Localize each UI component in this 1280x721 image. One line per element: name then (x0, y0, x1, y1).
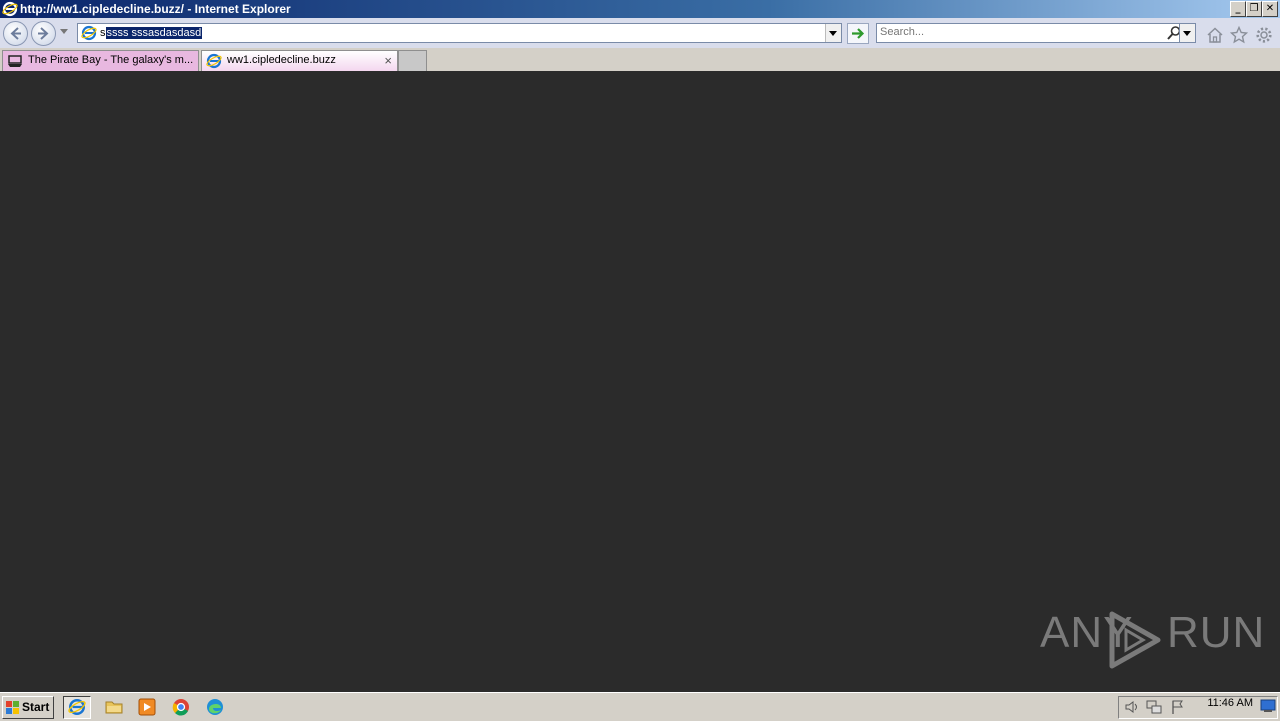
file-explorer-icon[interactable] (104, 697, 124, 717)
start-button[interactable]: Start (2, 696, 54, 719)
taskbar: Start 11:46 AM (0, 692, 1280, 721)
minimize-button[interactable]: _ (1230, 1, 1246, 17)
search-dropdown-button[interactable] (1179, 23, 1196, 43)
search-input[interactable] (880, 25, 1150, 39)
navigation-bar: sssss sssasdasdasd (0, 18, 1280, 48)
close-window-button[interactable]: ✕ (1262, 1, 1278, 17)
address-bar[interactable]: sssss sssasdasdasd (77, 23, 842, 43)
ie-taskbar-icon (68, 699, 86, 715)
play-logo-icon (1109, 611, 1161, 669)
forward-button[interactable] (31, 21, 56, 46)
title-bar: http://ww1.cipledecline.buzz/ - Internet… (0, 0, 1280, 18)
chrome-icon[interactable] (171, 697, 191, 717)
forward-arrow-icon (38, 27, 49, 40)
edge-icon[interactable] (205, 697, 225, 717)
tab-label: The Pirate Bay - The galaxy's m... (28, 54, 194, 66)
page-ie-icon (81, 25, 97, 41)
address-text-selected: ssss sssasdasdasd (105, 27, 203, 39)
windows-flag-icon (6, 701, 19, 714)
pirate-ship-icon (8, 55, 22, 67)
action-center-flag-icon[interactable] (1170, 699, 1186, 715)
back-button[interactable] (3, 21, 28, 46)
show-desktop-icon[interactable] (1260, 699, 1276, 713)
new-tab-button[interactable] (398, 50, 427, 72)
system-tray (1118, 696, 1278, 719)
favorites-star-icon[interactable] (1230, 26, 1248, 44)
go-button[interactable] (847, 23, 869, 44)
start-label: Start (22, 700, 50, 714)
window-title: http://ww1.cipledecline.buzz/ - Internet… (20, 2, 291, 16)
address-text-unselected: s (100, 27, 106, 39)
media-player-icon[interactable] (137, 697, 157, 717)
watermark-right-text: RUN (1167, 608, 1266, 657)
tab-pirate-bay[interactable]: The Pirate Bay - The galaxy's m... (2, 50, 199, 71)
volume-icon[interactable] (1124, 699, 1140, 715)
taskbar-ie-button[interactable] (63, 696, 91, 719)
tab-bar: The Pirate Bay - The galaxy's m... ww1.c… (0, 48, 1280, 72)
restore-button[interactable]: ❐ (1246, 1, 1262, 17)
recent-pages-dropdown[interactable] (60, 29, 68, 34)
address-input[interactable]: sssss sssasdasdasd (100, 26, 203, 40)
page-content (0, 71, 1280, 692)
close-tab-button[interactable]: × (384, 51, 392, 70)
internet-explorer-icon (2, 1, 18, 17)
go-arrow-icon (852, 28, 865, 39)
tab-ie-icon (206, 53, 222, 69)
address-dropdown-button[interactable] (825, 24, 841, 42)
settings-gear-icon[interactable] (1255, 26, 1273, 44)
search-box[interactable] (876, 23, 1196, 43)
tab-cipledecline[interactable]: ww1.cipledecline.buzz × (201, 50, 398, 71)
tab-label: ww1.cipledecline.buzz (227, 54, 336, 66)
back-arrow-icon (10, 27, 21, 40)
clock: 11:46 AM (1207, 697, 1253, 709)
network-icon[interactable] (1146, 699, 1162, 715)
home-icon[interactable] (1206, 26, 1224, 44)
